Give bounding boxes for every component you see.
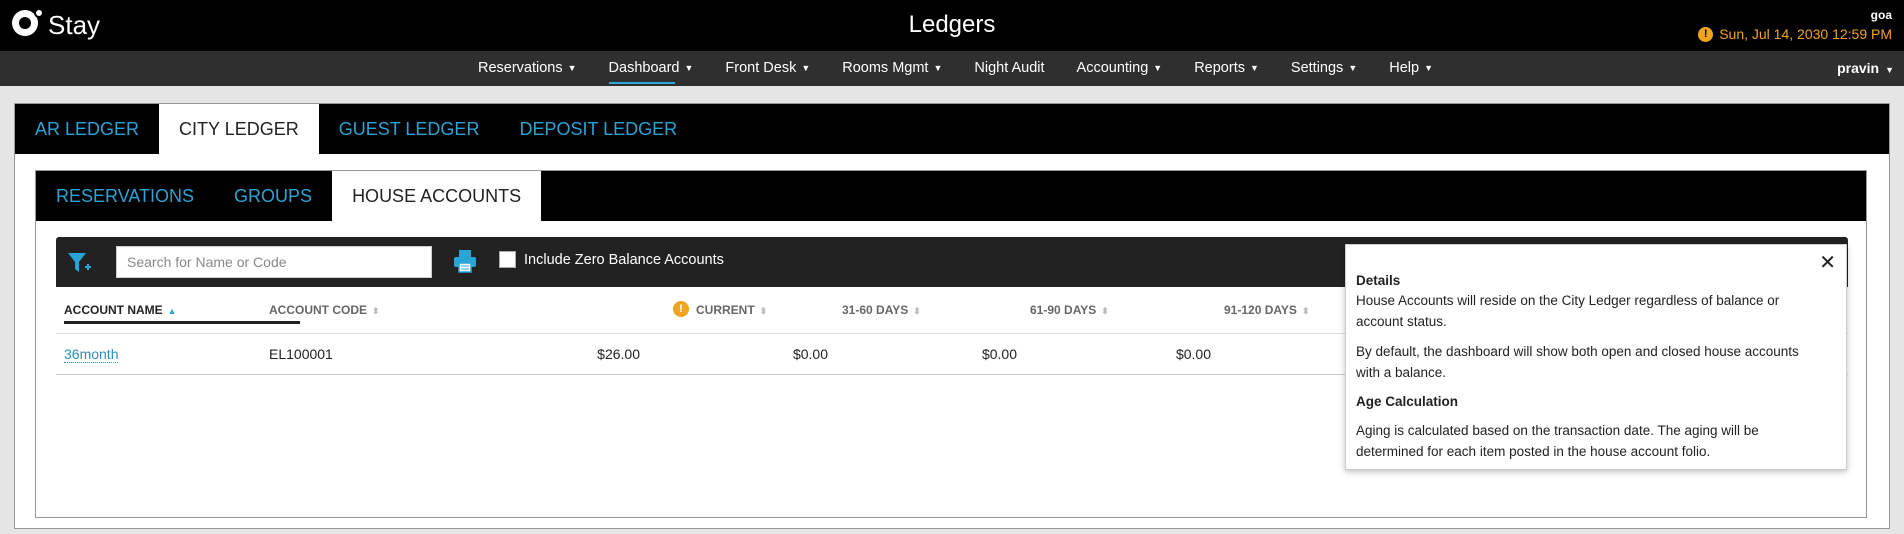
city-ledger-tabs: RESERVATIONS GROUPS HOUSE ACCOUNTS <box>36 171 1866 221</box>
nav-item-reports[interactable]: Reports ▼ <box>1178 51 1275 86</box>
user-name: pravin <box>1837 60 1880 76</box>
tab-deposit-ledger[interactable]: DEPOSIT LEDGER <box>499 104 697 154</box>
chevron-down-icon: ▼ <box>1424 63 1433 73</box>
nav-item-label: Dashboard <box>608 60 680 76</box>
nav-item-help[interactable]: Help ▼ <box>1373 51 1449 86</box>
chevron-down-icon: ▼ <box>1348 63 1358 73</box>
chevron-down-icon: ▼ <box>1885 65 1894 75</box>
tab-house-accounts[interactable]: HOUSE ACCOUNTS <box>332 171 542 221</box>
main-nav: Reservations ▼ Dashboard ▼ Front Desk ▼ Rooms … <box>0 51 1904 86</box>
sort-icon: ⬍ <box>913 306 921 316</box>
tab-reservations[interactable]: RESERVATIONS <box>36 171 214 221</box>
ledger-tabs: AR LEDGER CITY LEDGER GUEST LEDGER DEPOSIT … <box>15 104 1889 154</box>
top-bar: Stay Ledgers goa ! Sun, Jul 14, 2030 12:… <box>0 0 1904 51</box>
print-icon[interactable] <box>452 248 478 274</box>
filter-add-icon[interactable] <box>66 250 92 276</box>
col-61-90-days[interactable]: 61-90 DAYS ⬍ <box>1030 303 1109 317</box>
nav-item-label: Reports <box>1194 60 1245 76</box>
sorted-underline <box>64 321 300 324</box>
details-text-1: House Accounts will reside on the City L… <box>1356 293 1780 329</box>
chevron-down-icon: ▼ <box>567 63 577 73</box>
91-120-amount: $0.00 <box>1175 346 1211 362</box>
31-60-amount: $0.00 <box>792 346 828 362</box>
nav-item-label: Reservations <box>478 60 563 76</box>
col-31-60-days[interactable]: 31-60 DAYS ⬍ <box>842 303 921 317</box>
account-name-link[interactable]: 36month <box>64 346 119 363</box>
nav-item-front-desk[interactable]: Front Desk ▼ <box>709 51 826 86</box>
info-icon[interactable]: ! <box>673 301 689 317</box>
nav-item-label: Settings <box>1290 60 1344 76</box>
chevron-down-icon: ▼ <box>933 63 943 73</box>
zero-balance-checkbox[interactable] <box>499 251 516 268</box>
nav-item-label: Accounting <box>1076 60 1149 76</box>
nav-item-label: Rooms Mgmt <box>842 60 929 76</box>
nav-item-accounting[interactable]: Accounting ▼ <box>1061 51 1179 86</box>
col-current[interactable]: CURRENT ⬍ <box>696 303 767 317</box>
sort-icon: ⬍ <box>759 306 768 316</box>
zero-balance-label: Include Zero Balance Accounts <box>524 252 724 268</box>
nav-item-label: Night Audit <box>974 60 1045 76</box>
sort-up-icon: ▲ <box>167 306 177 316</box>
sort-icon: ⬍ <box>1301 306 1310 316</box>
info-popover: ✕ Details House Accounts will reside on … <box>1345 244 1847 470</box>
nav-item-label: Front Desk <box>725 60 797 76</box>
col-account-name[interactable]: ACCOUNT NAME ▲ <box>64 303 177 317</box>
details-heading: Details <box>1356 273 1401 288</box>
warning-icon: ! <box>1698 26 1714 42</box>
nav-item-rooms-mgmt[interactable]: Rooms Mgmt ▼ <box>826 51 958 86</box>
nav-item-label: Help <box>1389 60 1420 76</box>
col-account-code[interactable]: ACCOUNT CODE ⬍ <box>269 303 380 317</box>
tab-guest-ledger[interactable]: GUEST LEDGER <box>319 104 500 154</box>
61-90-amount: $0.00 <box>981 346 1017 362</box>
property-name: goa <box>1870 8 1892 22</box>
tab-ar-ledger[interactable]: AR LEDGER <box>15 104 159 154</box>
col-91-120-days[interactable]: 91-120 DAYS ⬍ <box>1224 303 1309 317</box>
nav-item-dashboard[interactable]: Dashboard ▼ <box>593 51 710 86</box>
close-icon[interactable]: ✕ <box>1819 253 1836 273</box>
nav-item-settings[interactable]: Settings ▼ <box>1275 51 1373 86</box>
age-calculation-heading: Age Calculation <box>1356 394 1459 409</box>
tab-city-ledger[interactable]: CITY LEDGER <box>159 104 319 154</box>
business-date: ! Sun, Jul 14, 2030 12:59 PM <box>1698 26 1892 42</box>
age-calculation-text: Aging is calculated based on the transac… <box>1356 423 1759 459</box>
chevron-down-icon: ▼ <box>1249 63 1259 73</box>
chevron-down-icon: ▼ <box>684 63 694 73</box>
user-menu[interactable]: pravin ▼ <box>1837 51 1894 88</box>
current-amount: $26.00 <box>597 346 640 362</box>
nav-item-reservations[interactable]: Reservations ▼ <box>462 51 593 86</box>
sort-icon: ⬍ <box>1101 306 1109 316</box>
business-date-text: Sun, Jul 14, 2030 12:59 PM <box>1719 26 1892 42</box>
chevron-down-icon: ▼ <box>1153 63 1163 73</box>
account-code: EL100001 <box>269 346 333 362</box>
tab-groups[interactable]: GROUPS <box>214 171 332 221</box>
details-text-2: By default, the dashboard will show both… <box>1356 344 1799 380</box>
nav-item-night-audit[interactable]: Night Audit <box>958 51 1060 86</box>
chevron-down-icon: ▼ <box>801 63 811 73</box>
search-input[interactable] <box>116 246 432 278</box>
page-title: Ledgers <box>908 11 996 38</box>
sort-icon: ⬍ <box>372 306 380 316</box>
